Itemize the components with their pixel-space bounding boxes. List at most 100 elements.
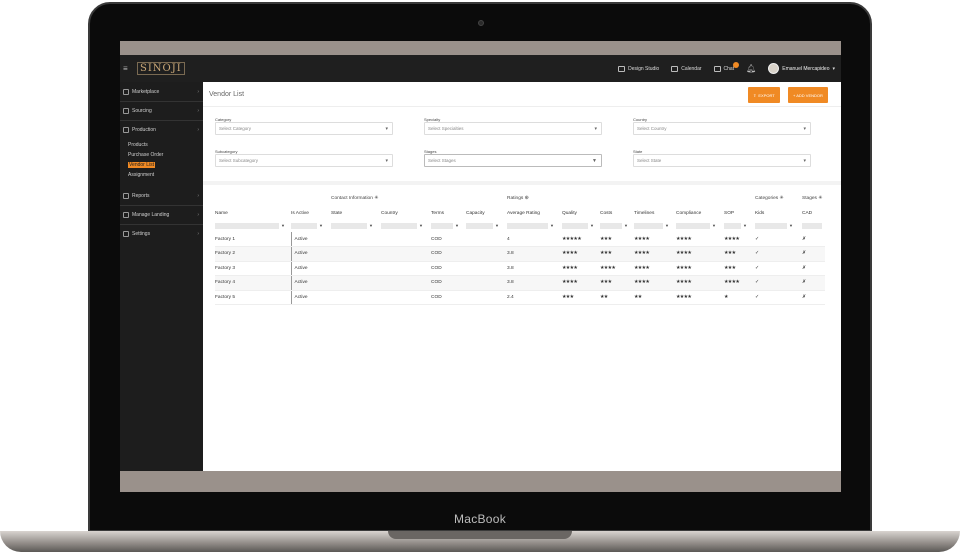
col-cad[interactable]: CAD [802,205,825,221]
chevron-down-icon: ▾ [803,158,806,164]
group-categories[interactable]: Categories ✳ [755,191,802,205]
cell-timelines: ★★★★ [634,261,676,276]
column-filter[interactable]: ▼ [676,222,716,229]
cell-name: Factory 2 [215,246,291,262]
column-filter[interactable] [802,222,822,229]
nav-design-studio[interactable]: Design Studio [618,65,660,72]
nav-chat[interactable]: Chat [713,61,740,72]
vendor-table: Contact Information ✳ Ratings ⊕ Categori… [215,191,825,305]
column-filter[interactable]: ▼ [291,222,323,229]
column-filter[interactable]: ▼ [331,222,373,229]
sidebar-sub-assignment[interactable]: Assignment [120,170,203,180]
col-sop[interactable]: SOP [724,205,755,221]
state-select[interactable]: Select State ▾ [633,154,811,167]
column-filter[interactable]: ▼ [755,222,793,229]
col-quality[interactable]: Quality [562,205,600,221]
select-placeholder: Select Subcategory [219,158,259,163]
country-select[interactable]: Select Country ▾ [633,122,811,135]
menu-icon[interactable]: ≡ [123,64,133,73]
sidebar-item-label: Sourcing [132,108,152,114]
divider [120,205,203,206]
col-state[interactable]: State [331,205,381,221]
col-terms[interactable]: Terms [431,205,466,221]
cell-sop: ★★★ [724,246,755,262]
cell-compliance: ★★★★ [676,246,724,262]
column-header-row: Name Is Active State Country Terms Capac… [215,205,825,221]
cell-quality: ★★★ [562,290,600,305]
sidebar-item-marketplace[interactable]: Marketplace › [120,86,203,98]
chevron-down-icon: ▾ [385,158,388,164]
cell-is-active: Active [290,246,331,262]
table-row[interactable]: Factory 4 Active COD 3.8 ★★★★ ★★★ ★★★★ ★★★★ ★★★★… [215,275,825,291]
sidebar-item-reports[interactable]: Reports › [120,190,203,202]
col-compliance[interactable]: Compliance [676,205,724,221]
nav-label: Design Studio [628,65,660,72]
calendar-icon [671,65,679,72]
table-row[interactable]: Factory 5 Active COD 2.4 ★★★ ★★ ★★ ★★★★ ★ ✓ ✗ [215,290,825,305]
chevron-down-icon: › [197,212,199,218]
sidebar-sub-vendor-list[interactable]: Vendor List [120,160,203,170]
table-row[interactable]: Factory 3 Active COD 3.8 ★★★★ ★★★★ ★★★★ ★★★★ ★★★… [215,261,825,276]
cell-name: Factory 5 [215,290,291,305]
export-button[interactable]: ⇪ EXPORT [748,87,780,103]
cell-name: Factory 3 [215,261,291,276]
col-country[interactable]: Country [381,205,431,221]
cell-costs: ★★★ [600,275,634,291]
page-header: Vendor List ⇪ EXPORT + ADD VENDOR [203,82,841,107]
cell-terms: COD [431,275,466,291]
sidebar-item-settings[interactable]: Settings › [120,228,203,240]
col-costs[interactable]: Costs [600,205,634,221]
notification-badge [733,61,740,68]
column-filter[interactable]: ▼ [507,222,554,229]
column-filter[interactable]: ▼ [562,222,594,229]
filter-icon: ▼ [319,222,323,228]
filter-icon: ▼ [789,222,793,228]
sidebar-item-production[interactable]: Production › [120,124,203,136]
col-is-active[interactable]: Is Active [291,205,331,221]
group-ratings[interactable]: Ratings ⊕ [507,191,755,205]
column-filter[interactable]: ▼ [431,222,459,229]
cell-capacity [466,275,507,291]
manage-landing-icon [123,212,129,218]
column-filter[interactable]: ▼ [600,222,628,229]
col-timelines[interactable]: Timelines [634,205,676,221]
cell-terms: COD [431,232,466,247]
category-select[interactable]: Select Category ▾ [215,122,393,135]
filter-icon: ▼ [712,222,716,228]
cell-timelines: ★★★★ [634,232,676,247]
cell-kids: ✓ [755,290,802,305]
sidebar-sub-purchase-order[interactable]: Purchase Order [120,150,203,160]
table-row[interactable]: Factory 1 Active COD 4 ★★★★★ ★★★ ★★★★ ★★★★ ★★★★ ✓… [215,232,825,247]
col-average-rating[interactable]: Average Rating [507,205,562,221]
logo[interactable]: SINOJI [137,62,185,75]
nav-label: Calendar [681,65,702,72]
user-menu[interactable]: Emanuel Mercapideo ▾ [768,63,835,74]
column-filter[interactable]: ▼ [215,222,285,229]
app-window: ≡ SINOJI Design Studio Calendar Chat 🔔︎ … [120,55,841,471]
filter-row: ▼ ▼ ▼ ▼ ▼ ▼ ▼ ▼ ▼ ▼ ▼ ▼ ▼ [215,221,825,232]
bell-icon[interactable]: 🔔︎ [746,64,756,73]
sidebar-item-manage-landing[interactable]: Manage Landing › [120,209,203,221]
filter-icon: ▼ [550,222,554,228]
specialty-select[interactable]: Select Specialties ▾ [424,122,602,135]
col-kids[interactable]: Kids [755,205,802,221]
group-stages[interactable]: Stages ✳ [802,191,825,205]
stages-select[interactable]: Select Stages ▼ [424,154,602,167]
sidebar-item-sourcing[interactable]: Sourcing › [120,105,203,117]
column-filter[interactable]: ▼ [634,222,669,229]
cell-costs: ★★ [600,290,634,305]
column-filter[interactable]: ▼ [381,222,423,229]
column-filter[interactable]: ▼ [724,222,747,229]
design-studio-icon [618,65,626,72]
chevron-down-icon: ▾ [385,126,388,132]
group-contact-information[interactable]: Contact Information ✳ [331,191,507,205]
table-row[interactable]: Factory 2 Active COD 3.8 ★★★★ ★★★ ★★★★ ★★★★ ★★★ ✓… [215,246,825,262]
add-vendor-button[interactable]: + ADD VENDOR [788,87,828,103]
sidebar-sub-products[interactable]: Products [120,140,203,150]
nav-calendar[interactable]: Calendar [671,65,702,72]
col-capacity[interactable]: Capacity [466,205,507,221]
column-filter[interactable]: ▼ [466,222,499,229]
col-name[interactable]: Name [215,205,291,221]
subcategory-select[interactable]: Select Subcategory ▾ [215,154,393,167]
export-label: EXPORT [758,92,775,98]
